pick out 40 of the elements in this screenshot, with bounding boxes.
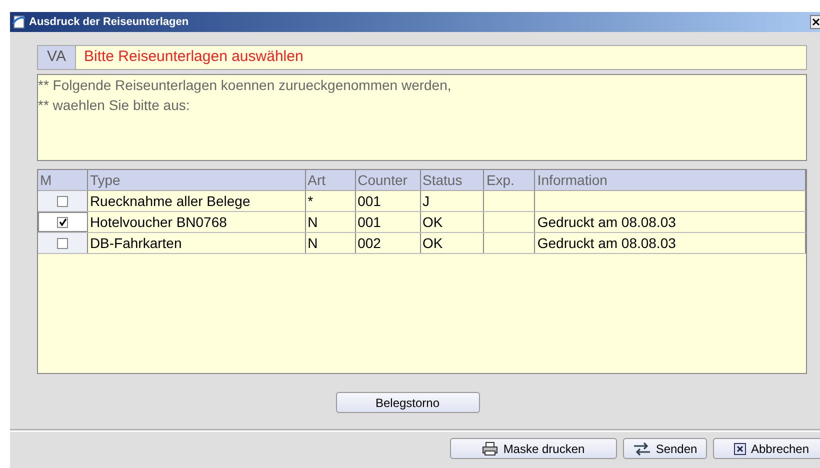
column-header[interactable]: Counter bbox=[356, 170, 421, 190]
checkbox[interactable] bbox=[56, 196, 68, 206]
printer-icon bbox=[482, 442, 498, 456]
checkbox[interactable] bbox=[57, 216, 68, 228]
window-title: Ausdruck der Reiseunterlagen bbox=[29, 14, 189, 30]
column-header[interactable]: M bbox=[38, 170, 88, 190]
column-header[interactable]: Status bbox=[420, 170, 484, 190]
footer-button[interactable]: Maske drucken bbox=[450, 438, 617, 459]
column-header[interactable]: Information bbox=[535, 170, 806, 190]
close-icon bbox=[812, 18, 820, 26]
app-icon bbox=[12, 15, 26, 29]
table-cell: Gedruckt am 08.08.03 bbox=[537, 214, 676, 230]
table-cell: J bbox=[422, 193, 430, 209]
footer-button[interactable]: Abbrechen bbox=[713, 438, 820, 459]
table-cell: * bbox=[308, 193, 314, 209]
code-label: VA bbox=[38, 46, 76, 69]
table-cell: OK bbox=[422, 235, 443, 251]
note-line: ** waehlen Sie bitte aus: bbox=[38, 96, 191, 115]
footer-button[interactable]: Senden bbox=[623, 438, 707, 459]
table-cell: 002 bbox=[358, 235, 381, 251]
table-cell: 001 bbox=[358, 214, 381, 230]
column-header[interactable]: Art bbox=[306, 170, 356, 190]
table-cell: OK bbox=[422, 214, 443, 230]
close-button[interactable] bbox=[810, 15, 820, 29]
check-icon bbox=[58, 218, 67, 226]
table-cell: Hotelvoucher BN0768 bbox=[90, 214, 227, 230]
table-cell: DB-Fahrkarten bbox=[90, 235, 182, 251]
table-cell: Ruecknahme aller Belege bbox=[90, 193, 250, 209]
table-cell: N bbox=[308, 214, 318, 230]
table-cell: N bbox=[308, 235, 318, 251]
status-message: Bitte Reiseunterlagen auswählen bbox=[83, 47, 304, 68]
table-cell: Gedruckt am 08.08.03 bbox=[537, 235, 676, 251]
table-cell: 001 bbox=[358, 193, 381, 209]
belegstorno-button[interactable]: Belegstorno bbox=[336, 392, 480, 413]
arrows-icon bbox=[632, 442, 651, 456]
column-header[interactable]: Type bbox=[88, 170, 306, 190]
note-line: ** Folgende Reiseunterlagen koennen zurueckgenommen werden, bbox=[38, 76, 452, 95]
column-header[interactable]: Exp. bbox=[484, 170, 536, 190]
checkbox[interactable] bbox=[56, 238, 68, 248]
close-icon bbox=[734, 442, 746, 454]
